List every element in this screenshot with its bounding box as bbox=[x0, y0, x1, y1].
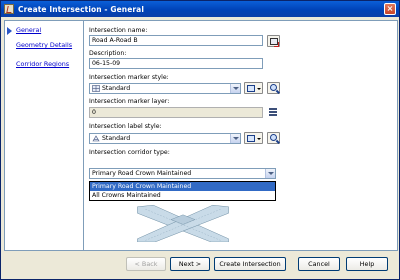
marker-layer-label: Intersection marker layer: bbox=[89, 98, 170, 105]
magnifier-icon bbox=[270, 134, 277, 141]
marker-style-label: Intersection marker style: bbox=[89, 74, 169, 81]
description-label: Description: bbox=[89, 50, 127, 57]
marker-style-icon bbox=[92, 85, 100, 92]
marker-style-value: Standard bbox=[102, 85, 131, 92]
label-style-edit-button[interactable] bbox=[244, 132, 263, 144]
marker-style-preview-button[interactable] bbox=[267, 82, 280, 94]
nav-item-general[interactable]: General bbox=[16, 26, 41, 36]
help-button[interactable]: Help bbox=[346, 257, 388, 271]
corridor-type-value: Primary Road Crown Maintained bbox=[92, 170, 192, 177]
wizard-nav: General Geometry Details Corridor Region… bbox=[4, 20, 84, 251]
chevron-down-icon bbox=[257, 138, 261, 140]
description-input[interactable]: 06-15-09 bbox=[89, 58, 263, 69]
chevron-down-icon bbox=[257, 88, 261, 90]
corridor-option-primary-road-crown[interactable]: Primary Road Crown Maintained bbox=[90, 182, 275, 191]
marker-style-dropdown-icon[interactable] bbox=[230, 84, 240, 93]
magnifier-icon bbox=[270, 84, 277, 91]
name-template-icon bbox=[270, 38, 279, 47]
current-page-arrow-icon bbox=[7, 27, 12, 35]
next-button[interactable]: Next > bbox=[170, 257, 210, 271]
corridor-type-select[interactable]: Primary Road Crown Maintained bbox=[89, 168, 276, 179]
style-edit-icon bbox=[247, 135, 255, 142]
marker-style-edit-button[interactable] bbox=[244, 82, 263, 94]
intersection-name-input[interactable]: Road A-Road B bbox=[89, 35, 263, 46]
corridor-type-label: Intersection corridor type: bbox=[89, 149, 170, 156]
marker-style-select[interactable]: Standard bbox=[89, 83, 241, 94]
close-button[interactable]: × bbox=[384, 3, 396, 15]
label-style-label: Intersection label style: bbox=[89, 123, 162, 130]
name-template-button[interactable] bbox=[267, 35, 280, 47]
marker-layer-field: 0 bbox=[89, 107, 263, 118]
general-page: Intersection name: Road A-Road B Descrip… bbox=[84, 20, 398, 251]
create-intersection-dialog: Create Intersection - General × General … bbox=[0, 0, 400, 280]
nav-item-geometry-details[interactable]: Geometry Details bbox=[16, 41, 72, 51]
label-style-preview-button[interactable] bbox=[267, 132, 280, 144]
intersection-preview-image bbox=[126, 202, 240, 242]
create-intersection-button[interactable]: Create Intersection bbox=[214, 257, 286, 271]
title-bar[interactable]: Create Intersection - General × bbox=[1, 1, 399, 17]
label-style-dropdown-icon[interactable] bbox=[230, 134, 240, 143]
corridor-type-options-list: Primary Road Crown Maintained All Crowns… bbox=[89, 181, 276, 201]
back-button[interactable]: < Back bbox=[126, 257, 166, 271]
layer-icon[interactable] bbox=[268, 107, 278, 117]
intersection-name-label: Intersection name: bbox=[89, 27, 148, 34]
nav-item-corridor-regions[interactable]: Corridor Regions bbox=[16, 60, 69, 70]
label-style-value: Standard bbox=[102, 135, 131, 142]
label-style-select[interactable]: Standard bbox=[89, 133, 241, 144]
corridor-option-all-crowns[interactable]: All Crowns Maintained bbox=[90, 191, 275, 200]
corridor-type-dropdown-icon[interactable] bbox=[265, 169, 275, 178]
cancel-button[interactable]: Cancel bbox=[298, 257, 340, 271]
label-style-icon bbox=[92, 135, 100, 142]
app-icon bbox=[4, 4, 14, 14]
style-edit-icon bbox=[247, 85, 255, 92]
window-title: Create Intersection - General bbox=[18, 4, 145, 14]
